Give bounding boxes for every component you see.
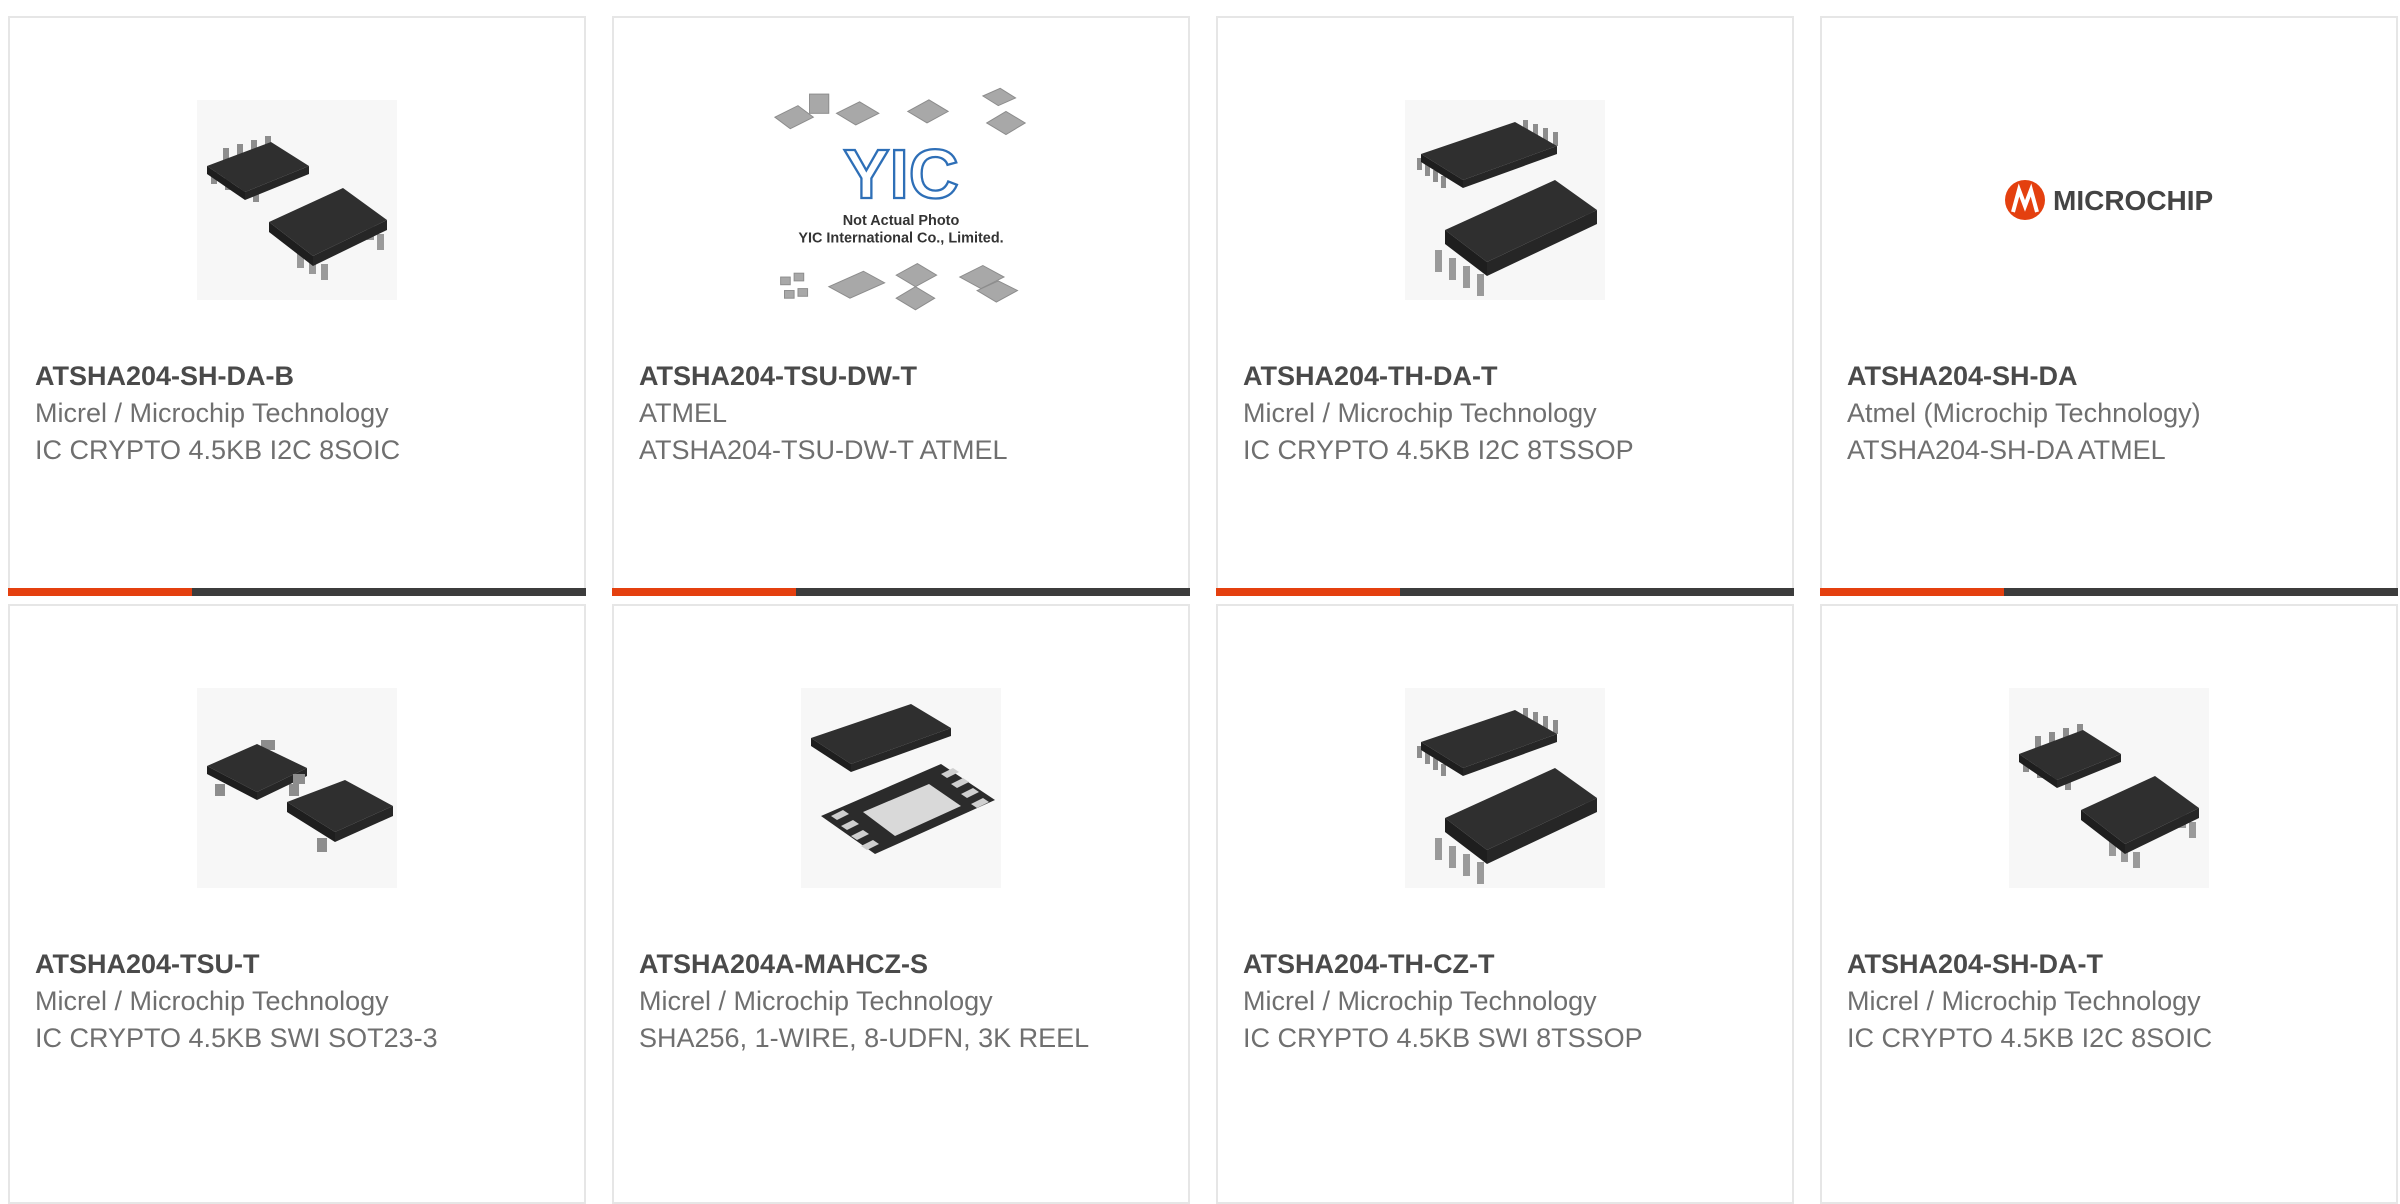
card-progress-accent [8, 588, 192, 596]
product-card[interactable]: MICROCHIP ATSHA204-SH-DA Atmel (Microchi… [1820, 16, 2398, 596]
manufacturer: Micrel / Microchip Technology [1243, 986, 1597, 1016]
part-number[interactable]: ATSHA204A-MAHCZ-S [639, 946, 1168, 983]
card-progress-accent [1820, 588, 2004, 596]
part-number[interactable]: ATSHA204-TSU-DW-T [639, 358, 1168, 395]
udfn8-chip-icon [771, 668, 1031, 908]
microchip-logo: MICROCHIP [1979, 80, 2239, 320]
product-card[interactable]: ATSHA204-SH-DA-B Micrel / Microchip Tech… [8, 16, 586, 596]
soic8-chip-icon [1979, 668, 2239, 908]
manufacturer: Micrel / Microchip Technology [35, 398, 389, 428]
description: SHA256, 1-WIRE, 8-UDFN, 3K REEL [639, 1023, 1090, 1053]
manufacturer: ATMEL [639, 398, 728, 428]
product-card[interactable]: ATSHA204-TH-DA-T Micrel / Microchip Tech… [1216, 16, 1794, 596]
description: IC CRYPTO 4.5KB I2C 8TSSOP [1243, 435, 1634, 465]
microchip-wordmark: MICROCHIP [2053, 185, 2213, 216]
manufacturer: Micrel / Microchip Technology [1243, 398, 1597, 428]
description: IC CRYPTO 4.5KB I2C 8SOIC [1847, 1023, 2213, 1053]
card-progress-bar [1216, 588, 1794, 596]
card-progress-accent [1216, 588, 1400, 596]
card-progress-bar [8, 588, 586, 596]
placeholder-photo-icon: YIC Not Actual Photo YIC International C… [771, 80, 1031, 320]
card-progress-bar [1820, 588, 2398, 596]
yic-logo: YIC [843, 135, 959, 213]
product-card[interactable]: ATSHA204A-MAHCZ-S Micrel / Microchip Tec… [612, 604, 1190, 1204]
description: IC CRYPTO 4.5KB SWI 8TSSOP [1243, 1023, 1643, 1053]
description: IC CRYPTO 4.5KB SWI SOT23-3 [35, 1023, 438, 1053]
part-number[interactable]: ATSHA204-TH-CZ-T [1243, 946, 1772, 983]
description: ATSHA204-TSU-DW-T ATMEL [639, 435, 1008, 465]
soic8-chip-icon [167, 80, 427, 320]
part-number[interactable]: ATSHA204-SH-DA-T [1847, 946, 2376, 983]
manufacturer: Micrel / Microchip Technology [1847, 986, 2201, 1016]
manufacturer: Atmel (Microchip Technology) [1847, 398, 2201, 428]
part-number[interactable]: ATSHA204-TH-DA-T [1243, 358, 1772, 395]
manufacturer: Micrel / Microchip Technology [35, 986, 389, 1016]
description: ATSHA204-SH-DA ATMEL [1847, 435, 2166, 465]
manufacturer: Micrel / Microchip Technology [639, 986, 993, 1016]
part-number[interactable]: ATSHA204-SH-DA-B [35, 358, 564, 395]
card-progress-bar [612, 588, 1190, 596]
description: IC CRYPTO 4.5KB I2C 8SOIC [35, 435, 401, 465]
product-card[interactable]: ATSHA204-TH-CZ-T Micrel / Microchip Tech… [1216, 604, 1794, 1204]
tssop8-chip-icon [1375, 668, 1635, 908]
product-card[interactable]: YIC Not Actual Photo YIC International C… [612, 16, 1190, 596]
sot23-chip-icon [167, 668, 427, 908]
product-card[interactable]: ATSHA204-SH-DA-T Micrel / Microchip Tech… [1820, 604, 2398, 1204]
placeholder-company: YIC International Co., Limited. [798, 230, 1003, 246]
part-number[interactable]: ATSHA204-SH-DA [1847, 358, 2376, 395]
tssop8-chip-icon [1375, 80, 1635, 320]
card-progress-accent [612, 588, 796, 596]
product-card[interactable]: ATSHA204-TSU-T Micrel / Microchip Techno… [8, 604, 586, 1204]
part-number[interactable]: ATSHA204-TSU-T [35, 946, 564, 983]
placeholder-note: Not Actual Photo [843, 213, 960, 229]
